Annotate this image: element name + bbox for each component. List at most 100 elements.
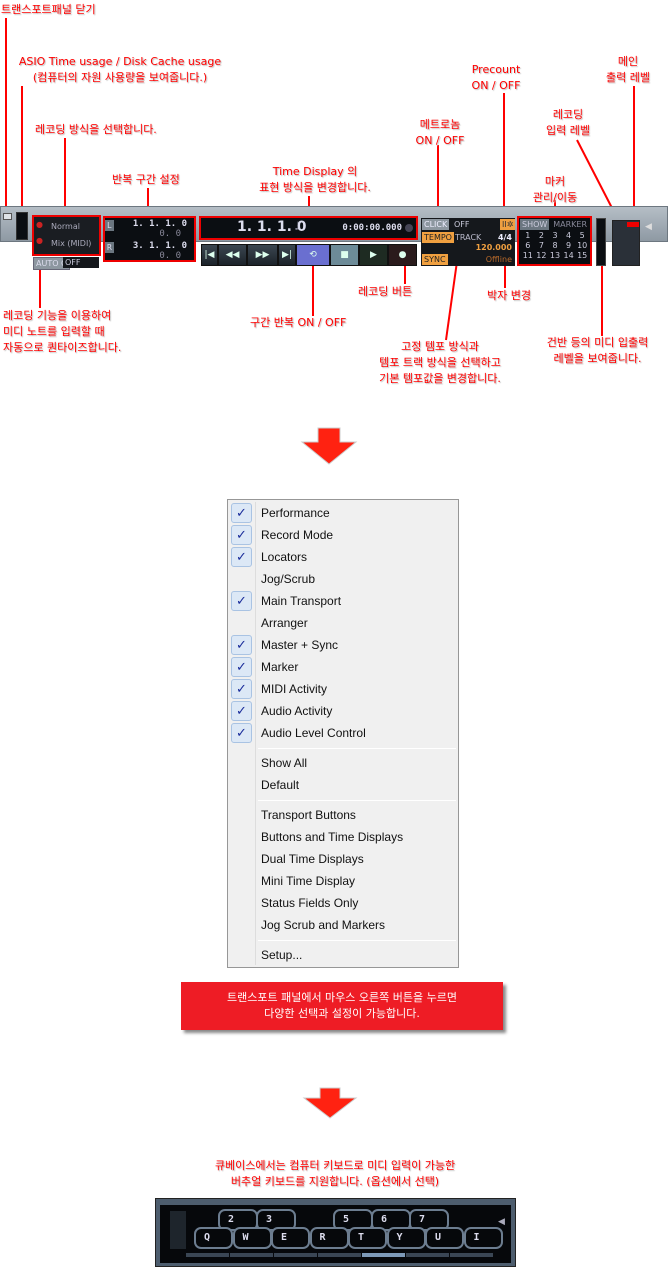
checkmark-icon: ✓ [231,635,252,655]
menu-note-line: 다양한 선택과 설정이 가능합니다. [264,1007,420,1020]
menu-item-label: Master + Sync [261,638,339,652]
context-menu: ✓ Performance ✓ Record Mode ✓ Locators Jog/Scr… [227,499,459,968]
checkmark-icon: ✓ [231,723,252,743]
octave-segment[interactable] [318,1253,361,1257]
white-key[interactable]: U [425,1227,464,1249]
octave-segment[interactable] [274,1253,317,1257]
menu-item-dual-time-displays[interactable]: Dual Time Displays [228,848,458,870]
precount-button[interactable]: II✲ [500,219,516,230]
annotation-line: ASIO Time usage / Disk Cache usage [18,55,222,68]
checkmark-icon: ✓ [231,657,252,677]
octave-segment[interactable] [362,1253,405,1257]
menu-item-buttons-and-time-displays[interactable]: Buttons and Time Displays [228,826,458,848]
menu-separator [258,940,456,941]
click-button[interactable]: CLICK [422,219,450,230]
menu-item-label: Setup... [261,948,303,962]
menu-item-label: Marker [261,660,299,674]
annotation-signature: 박자 변경 [487,289,531,302]
white-key[interactable]: Q [194,1227,233,1249]
performance-meter [16,212,28,240]
sync-button[interactable]: SYNC [422,254,448,265]
white-key[interactable]: W [232,1227,272,1249]
auto-quantize-value: OFF [63,257,99,268]
white-key[interactable]: Y [386,1227,426,1249]
menu-note-line: 트랜스포트 패널에서 마우스 오른쪽 버튼을 누르면 [226,991,457,1004]
octave-segment[interactable] [186,1253,229,1257]
octave-segment[interactable] [230,1253,273,1257]
annotation-locators: 반복 구간 설정 [112,173,180,186]
white-key[interactable]: I [463,1227,503,1249]
play-button[interactable]: ▶ [359,244,388,266]
annotation-line: 기본 템포값을 변경합니다. [379,372,501,385]
annotation-line: 미디 노트를 입력할 때 [3,325,105,338]
menu-item-locators[interactable]: ✓ Locators [228,546,458,568]
tempo-value[interactable]: 120.000 [476,243,512,252]
annotation-marker: 마커 관리/이동 [525,174,585,206]
annotation-midi-activity: 건반 등의 미디 입출력 레벨을 보여줍니다. [530,335,665,367]
annotation-line: Time Display 의 [272,165,358,178]
menu-item-status-fields-only[interactable]: Status Fields Only [228,892,458,914]
annotation-metronome: 메트로놈 ON / OFF [410,117,470,149]
annotation-line: 레코딩 [552,108,584,121]
checkmark-icon: ✓ [231,701,252,721]
go-to-start-button[interactable]: |◀ [201,244,218,266]
menu-note-box: 트랜스포트 패널에서 마우스 오른쪽 버튼을 누르면 다양한 선택과 설정이 가… [181,982,503,1030]
annotation-line: 마커 [544,175,566,188]
cycle-button[interactable]: ⟲ [296,244,330,266]
menu-item-jog-scrub-and-markers[interactable]: Jog Scrub and Markers [228,914,458,936]
menu-item-default[interactable]: Default [228,774,458,796]
octave-segment[interactable] [450,1253,493,1257]
menu-item-show-all[interactable]: Show All [228,752,458,774]
menu-item-transport-buttons[interactable]: Transport Buttons [228,804,458,826]
annotation-line: 레벨을 보여줍니다. [553,352,642,365]
go-to-end-button[interactable]: ▶| [278,244,296,266]
tempo-button[interactable]: TEMPO [422,232,454,243]
fast-forward-button[interactable]: ▶▶ [247,244,278,266]
annotation-line: 고정 템포 방식과 [401,340,479,353]
annotation-line: 입력 레벨 [546,124,590,137]
menu-item-audio-activity[interactable]: ✓ Audio Activity [228,700,458,722]
menu-item-label: MIDI Activity [261,682,328,696]
sync-status: Offline [485,255,512,264]
menu-item-performance[interactable]: ✓ Performance [228,502,458,524]
menu-item-label: Performance [261,506,330,520]
annotation-record-input-level: 레코딩입력 레벨 [536,107,600,139]
menu-item-marker[interactable]: ✓ Marker [228,656,458,678]
checkmark-icon: ✓ [231,679,252,699]
white-key[interactable]: R [309,1227,349,1249]
menu-item-label: Record Mode [261,528,334,542]
menu-item-main-transport[interactable]: ✓ Main Transport [228,590,458,612]
menu-item-mini-time-display[interactable]: Mini Time Display [228,870,458,892]
highlight-box [517,216,592,266]
menu-item-audio-level-control[interactable]: ✓ Audio Level Control [228,722,458,744]
menu-item-label: Jog/Scrub [261,572,316,586]
checkmark-icon: ✓ [231,503,252,523]
menu-item-master-sync[interactable]: ✓ Master + Sync [228,634,458,656]
annotation-line: 레코딩 기능을 이용하여 [3,309,112,322]
annotation-line: 표현 방식을 변경합니다. [259,181,371,194]
close-panel-button[interactable] [3,213,12,220]
time-signature[interactable]: 4/4 [498,233,512,242]
highlight-box [199,216,418,240]
record-button[interactable]: ● [388,244,417,266]
annotation-line: ON / OFF [415,134,465,147]
annotation-close-panel: 트랜스포트패널 닫기 [1,3,96,16]
menu-item-midi-activity[interactable]: ✓ MIDI Activity [228,678,458,700]
menu-item-arranger[interactable]: Arranger [228,612,458,634]
output-level-slider[interactable]: ◀ [645,222,655,232]
annotation-line: 메인 [617,55,639,68]
menu-item-setup[interactable]: Setup... [228,944,458,966]
master-sync-section: CLICK OFF II✲ TEMPO TRACK 4/4 120.000 SY… [421,218,516,266]
menu-item-record-mode[interactable]: ✓ Record Mode [228,524,458,546]
checkmark-icon: ✓ [231,525,252,545]
menu-item-jog-scrub[interactable]: Jog/Scrub [228,568,458,590]
highlight-box [32,215,101,256]
octave-segment[interactable] [406,1253,449,1257]
rewind-button[interactable]: ◀◀ [218,244,247,266]
down-arrow-icon [300,427,358,465]
white-key[interactable]: E [271,1227,310,1249]
octave-arrow-icon[interactable]: ◀ [498,1217,505,1227]
white-key[interactable]: T [348,1227,387,1249]
menu-item-label: Locators [261,550,308,564]
stop-button[interactable]: ■ [330,244,359,266]
